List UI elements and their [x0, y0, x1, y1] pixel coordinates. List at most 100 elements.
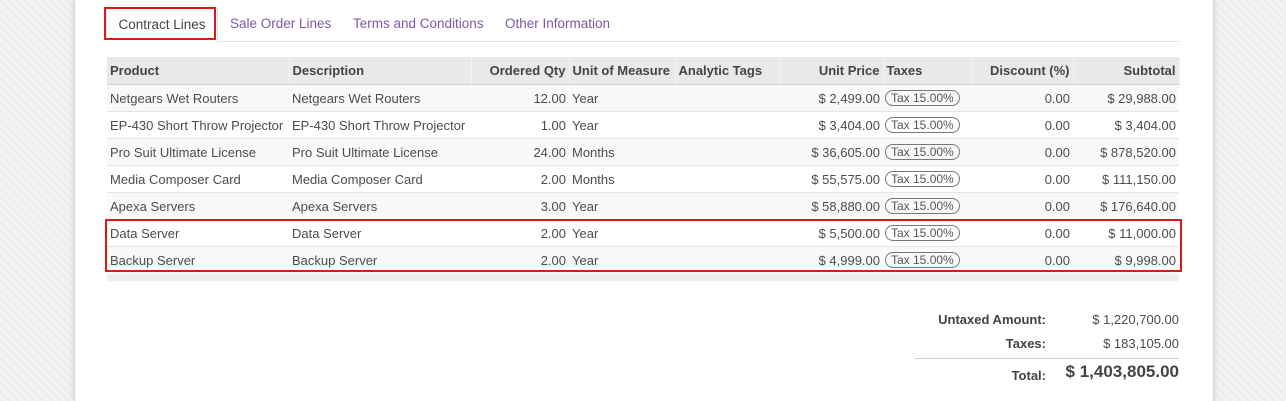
cell-taxes: Tax 15.00% [883, 246, 971, 273]
cell-analytic-tags [675, 165, 779, 193]
cell-product: Media Composer Card [107, 165, 289, 193]
cell-discount: 0.00 [971, 165, 1073, 193]
total-label: Total: [1011, 368, 1046, 383]
table-row[interactable]: Netgears Wet Routers Netgears Wet Router… [107, 84, 1179, 112]
table-row[interactable]: Media Composer Card Media Composer Card … [107, 165, 1179, 193]
cell-analytic-tags [675, 84, 779, 112]
tab-terms-and-conditions[interactable]: Terms and Conditions [353, 8, 484, 40]
cell-ordered-qty: 2.00 [471, 219, 569, 247]
cell-analytic-tags [675, 111, 779, 139]
cell-unit-price: $ 36,605.00 [779, 138, 883, 166]
taxes-label: Taxes: [1005, 336, 1046, 351]
cell-taxes: Tax 15.00% [883, 192, 971, 220]
table-row[interactable]: Pro Suit Ultimate License Pro Suit Ultim… [107, 138, 1179, 166]
untaxed-amount-row: Untaxed Amount: $ 1,220,700.00 [915, 308, 1179, 332]
column-header-product[interactable]: Product [107, 57, 290, 85]
cell-unit-price: $ 55,575.00 [779, 165, 883, 193]
cell-discount: 0.00 [971, 138, 1073, 166]
untaxed-amount-value: $ 1,220,700.00 [1092, 312, 1179, 327]
cell-unit-of-measure: Months [569, 138, 675, 166]
tax-badge: Tax 15.00% [885, 225, 960, 241]
cell-product: EP-430 Short Throw Projector [107, 111, 289, 139]
cell-taxes: Tax 15.00% [883, 111, 971, 139]
cell-ordered-qty: 12.00 [471, 84, 569, 112]
total-value: $ 1,403,805.00 [1065, 362, 1179, 381]
table-header-row: Product Description Ordered Qty Unit of … [107, 57, 1180, 85]
column-header-description[interactable]: Description [289, 57, 472, 85]
cell-description: Pro Suit Ultimate License [289, 138, 471, 166]
contract-lines-table: Product Description Ordered Qty Unit of … [107, 57, 1180, 273]
cell-product: Data Server [107, 219, 289, 247]
cell-product: Netgears Wet Routers [107, 84, 289, 112]
untaxed-amount-label: Untaxed Amount: [938, 312, 1046, 327]
cell-description: Backup Server [289, 246, 471, 273]
cell-unit-price: $ 5,500.00 [779, 219, 883, 247]
column-header-discount[interactable]: Discount (%) [971, 57, 1074, 85]
cell-taxes: Tax 15.00% [883, 84, 971, 112]
cell-discount: 0.00 [971, 246, 1073, 273]
notebook-tabs: Contract Lines Sale Order Lines Terms an… [106, 8, 1179, 42]
cell-subtotal: $ 878,520.00 [1073, 138, 1179, 166]
cell-unit-of-measure: Year [569, 192, 675, 220]
column-header-taxes[interactable]: Taxes [883, 57, 972, 85]
cell-unit-of-measure: Months [569, 165, 675, 193]
cell-discount: 0.00 [971, 192, 1073, 220]
cell-unit-of-measure: Year [569, 219, 675, 247]
cell-ordered-qty: 3.00 [471, 192, 569, 220]
cell-unit-of-measure: Year [569, 111, 675, 139]
column-header-subtotal[interactable]: Subtotal [1073, 57, 1180, 85]
cell-unit-price: $ 4,999.00 [779, 246, 883, 273]
tab-sale-order-lines[interactable]: Sale Order Lines [230, 8, 331, 40]
tax-badge: Tax 15.00% [885, 171, 960, 187]
cell-taxes: Tax 15.00% [883, 138, 971, 166]
totals-summary: Untaxed Amount: $ 1,220,700.00 Taxes: $ … [915, 308, 1179, 389]
cell-unit-of-measure: Year [569, 84, 675, 112]
cell-description: Media Composer Card [289, 165, 471, 193]
cell-discount: 0.00 [971, 84, 1073, 112]
cell-description: Netgears Wet Routers [289, 84, 471, 112]
tax-badge: Tax 15.00% [885, 117, 960, 133]
cell-ordered-qty: 2.00 [471, 246, 569, 273]
cell-description: Data Server [289, 219, 471, 247]
cell-analytic-tags [675, 219, 779, 247]
table-row[interactable]: EP-430 Short Throw Projector EP-430 Shor… [107, 111, 1179, 139]
column-header-analytic-tags[interactable]: Analytic Tags [675, 57, 780, 85]
taxes-row: Taxes: $ 183,105.00 [915, 332, 1179, 356]
table-footer [107, 274, 1179, 281]
column-header-ordered-qty[interactable]: Ordered Qty [471, 57, 570, 85]
table-row[interactable]: Backup Server Backup Server 2.00 Year $ … [107, 246, 1179, 273]
cell-analytic-tags [675, 138, 779, 166]
cell-taxes: Tax 15.00% [883, 165, 971, 193]
tab-other-information[interactable]: Other Information [505, 8, 610, 40]
table-row[interactable]: Data Server Data Server 2.00 Year $ 5,50… [107, 219, 1179, 247]
cell-unit-price: $ 2,499.00 [779, 84, 883, 112]
cell-subtotal: $ 9,998.00 [1073, 246, 1179, 273]
cell-ordered-qty: 2.00 [471, 165, 569, 193]
cell-subtotal: $ 176,640.00 [1073, 192, 1179, 220]
tax-badge: Tax 15.00% [885, 252, 960, 268]
cell-ordered-qty: 1.00 [471, 111, 569, 139]
cell-product: Pro Suit Ultimate License [107, 138, 289, 166]
cell-analytic-tags [675, 192, 779, 220]
column-header-unit-price[interactable]: Unit Price [779, 57, 884, 85]
table-row[interactable]: Apexa Servers Apexa Servers 3.00 Year $ … [107, 192, 1179, 220]
cell-subtotal: $ 3,404.00 [1073, 111, 1179, 139]
cell-description: EP-430 Short Throw Projector [289, 111, 471, 139]
cell-subtotal: $ 111,150.00 [1073, 165, 1179, 193]
cell-discount: 0.00 [971, 219, 1073, 247]
cell-unit-of-measure: Year [569, 246, 675, 273]
cell-ordered-qty: 24.00 [471, 138, 569, 166]
cell-product: Backup Server [107, 246, 289, 273]
cell-subtotal: $ 29,988.00 [1073, 84, 1179, 112]
total-row: Total: $ 1,403,805.00 [915, 359, 1179, 389]
cell-taxes: Tax 15.00% [883, 219, 971, 247]
tax-badge: Tax 15.00% [885, 90, 960, 106]
tab-contract-lines[interactable]: Contract Lines [106, 8, 218, 42]
tax-badge: Tax 15.00% [885, 198, 960, 214]
cell-unit-price: $ 58,880.00 [779, 192, 883, 220]
cell-subtotal: $ 11,000.00 [1073, 219, 1179, 247]
column-header-unit-of-measure[interactable]: Unit of Measure [569, 57, 676, 85]
cell-product: Apexa Servers [107, 192, 289, 220]
cell-unit-price: $ 3,404.00 [779, 111, 883, 139]
cell-description: Apexa Servers [289, 192, 471, 220]
